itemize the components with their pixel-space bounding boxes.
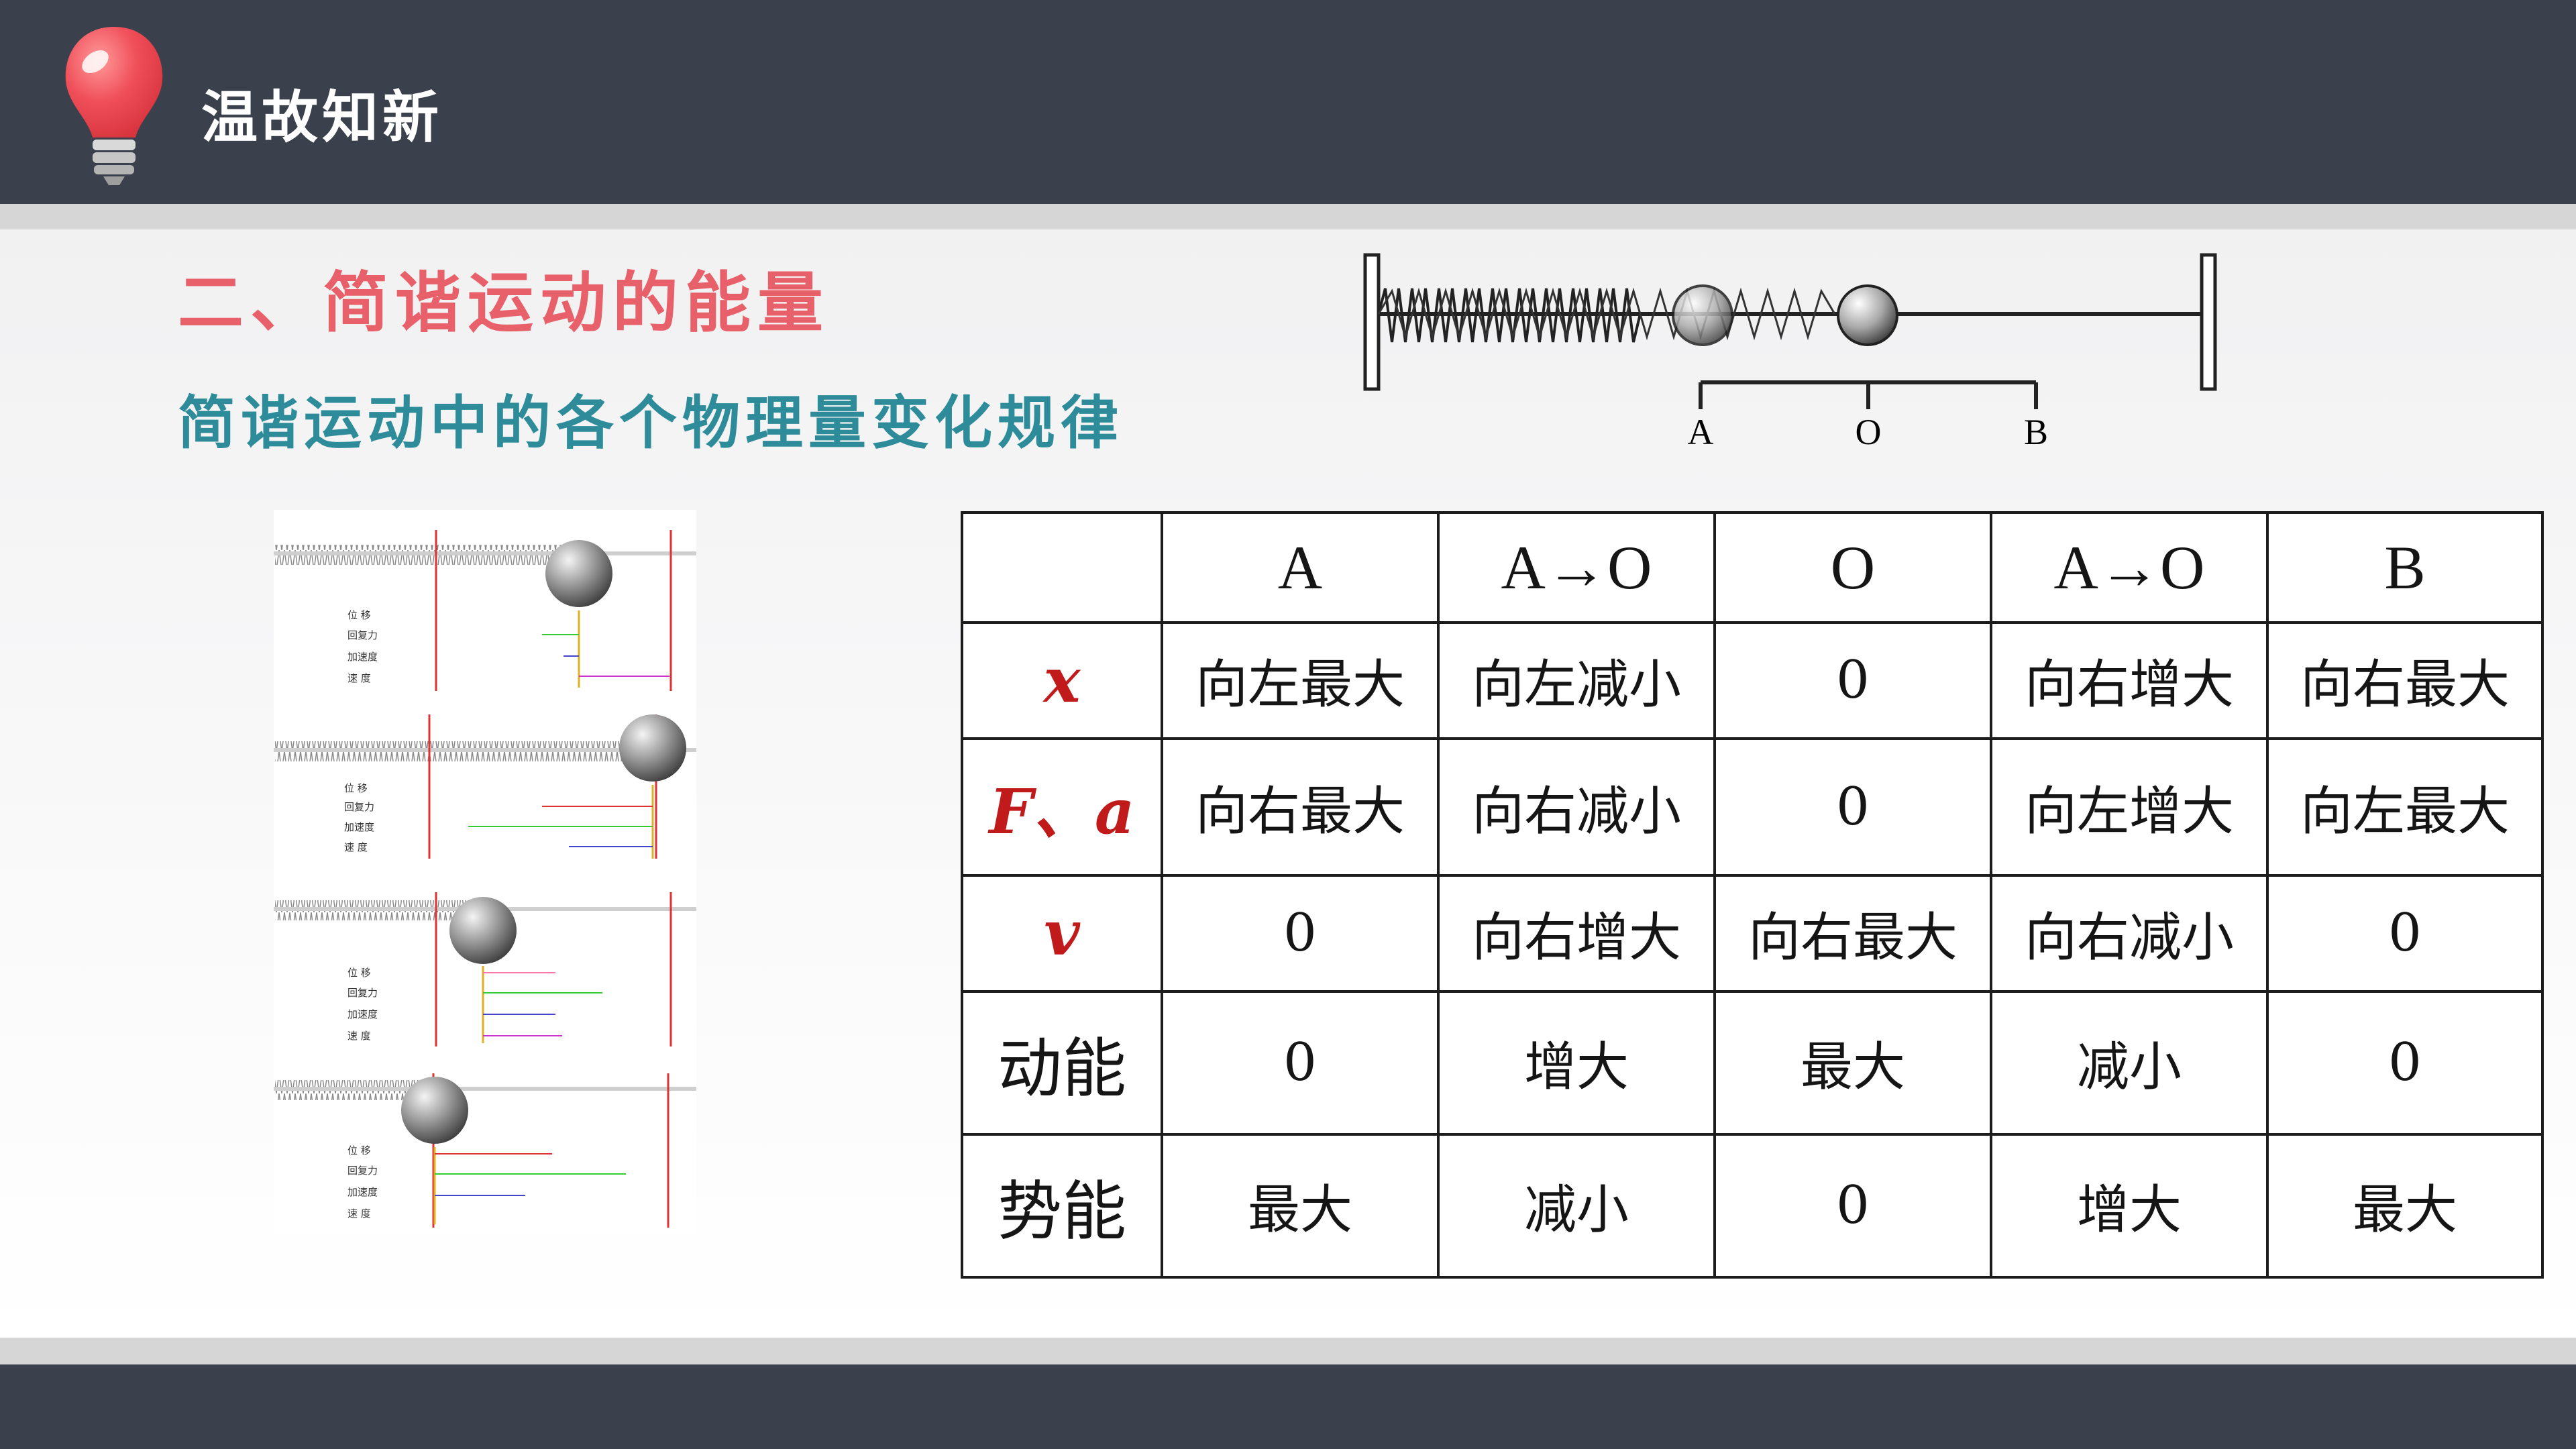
- table-cell: 0: [1161, 873, 1440, 993]
- panel-1-label-2: 回复力: [347, 629, 378, 641]
- table-cell: 向左最大: [1161, 621, 1440, 740]
- panel-2-label-1: 位 移: [344, 782, 368, 794]
- spring-oscillator-figure: A O B: [1363, 253, 2217, 452]
- table-row: F、a 向右最大 向右减小 0 向左增大 向左最大: [961, 737, 2544, 877]
- table-cell: 向右增大: [1437, 873, 1716, 993]
- table-cell: 向左增大: [1990, 737, 2269, 877]
- label-o: O: [1856, 412, 1882, 452]
- footer-bar: [0, 1364, 2576, 1449]
- table-cell: 增大: [1437, 989, 1716, 1136]
- header-cell: A→O: [1990, 511, 2269, 624]
- table-cell: 0: [1713, 621, 1992, 740]
- panel-3-label-4: 速 度: [347, 1030, 371, 1042]
- oscillator-state-diagrams: 位 移 回复力 加速度 速 度 位 移 回复力 加速度 速 度 位 移 回复力 …: [274, 510, 696, 1234]
- section-title: 二、简谐运动的能量: [178, 264, 830, 341]
- row-label: 势能: [961, 1132, 1163, 1279]
- panel-3-label-1: 位 移: [347, 967, 371, 979]
- header-cell: A: [1161, 511, 1440, 624]
- table-cell: 0: [1713, 1132, 1992, 1279]
- ball-position-o: [1837, 284, 1898, 346]
- lightbulb-icon: [65, 27, 163, 185]
- table-cell: 向右最大: [1713, 873, 1992, 993]
- subtitle: 简谐运动中的各个物理量变化规律: [178, 389, 1124, 457]
- table-cell: 向右减小: [1990, 873, 2269, 993]
- quantity-table: A A→O O A→O B x 向左最大 向左减小 0 向右增大 向右最大 F、…: [961, 511, 2544, 1279]
- row-label: F、a: [961, 737, 1163, 877]
- table-cell: 增大: [1990, 1132, 2269, 1279]
- table-row: 势能 最大 减小 0 增大 最大: [961, 1132, 2544, 1279]
- panel-4-label-2: 回复力: [347, 1165, 378, 1177]
- header-divider: [0, 204, 2576, 229]
- panel-2-label-3: 加速度: [344, 821, 374, 833]
- table-cell: 向右减小: [1437, 737, 1716, 877]
- panel-1-label-3: 加速度: [347, 651, 378, 663]
- table-cell: 减小: [1437, 1132, 1716, 1279]
- panel-4-label-3: 加速度: [347, 1186, 378, 1198]
- table-cell: 0: [2266, 989, 2544, 1136]
- label-a: A: [1688, 412, 1714, 452]
- table-cell: 最大: [1713, 989, 1992, 1136]
- table-cell: 0: [2266, 873, 2544, 993]
- row-label: v: [961, 873, 1163, 993]
- table-cell: 最大: [2266, 1132, 2544, 1279]
- header-cell: A→O: [1437, 511, 1716, 624]
- label-b: B: [2024, 412, 2048, 452]
- table-row: x 向左最大 向左减小 0 向右增大 向右最大: [961, 621, 2544, 740]
- right-wall: [2200, 253, 2217, 391]
- header-title: 温故知新: [201, 84, 443, 150]
- table-cell: 向右最大: [1161, 737, 1440, 877]
- ball-position-a: [1672, 284, 1733, 346]
- header-cell: B: [2266, 511, 2544, 624]
- panel-2-label-2: 回复力: [344, 801, 374, 813]
- row-label: 动能: [961, 989, 1163, 1136]
- panel-1-label-1: 位 移: [347, 609, 371, 621]
- table-cell: 减小: [1990, 989, 2269, 1136]
- left-wall: [1363, 253, 1381, 391]
- table-row: v 0 向右增大 向右最大 向右减小 0: [961, 873, 2544, 993]
- table-cell: 0: [1713, 737, 1992, 877]
- panel-4-label-4: 速 度: [347, 1208, 371, 1220]
- table-cell: 向右最大: [2266, 621, 2544, 740]
- table-cell: 向左最大: [2266, 737, 2544, 877]
- table-cell: 最大: [1161, 1132, 1440, 1279]
- panel-1-label-4: 速 度: [347, 672, 371, 684]
- table-cell: 0: [1161, 989, 1440, 1136]
- table-header-row: A A→O O A→O B: [961, 511, 2544, 624]
- table-corner-cell: [961, 511, 1163, 624]
- footer-divider: [0, 1338, 2576, 1364]
- panel-4-label-1: 位 移: [347, 1144, 371, 1157]
- panel-3-label-3: 加速度: [347, 1008, 378, 1020]
- row-label: x: [961, 621, 1163, 740]
- table-row: 动能 0 增大 最大 减小 0: [961, 989, 2544, 1136]
- panel-2-label-4: 速 度: [344, 841, 368, 853]
- table-cell: 向左减小: [1437, 621, 1716, 740]
- panel-3-label-2: 回复力: [347, 987, 378, 999]
- table-cell: 向右增大: [1990, 621, 2269, 740]
- header-cell: O: [1713, 511, 1992, 624]
